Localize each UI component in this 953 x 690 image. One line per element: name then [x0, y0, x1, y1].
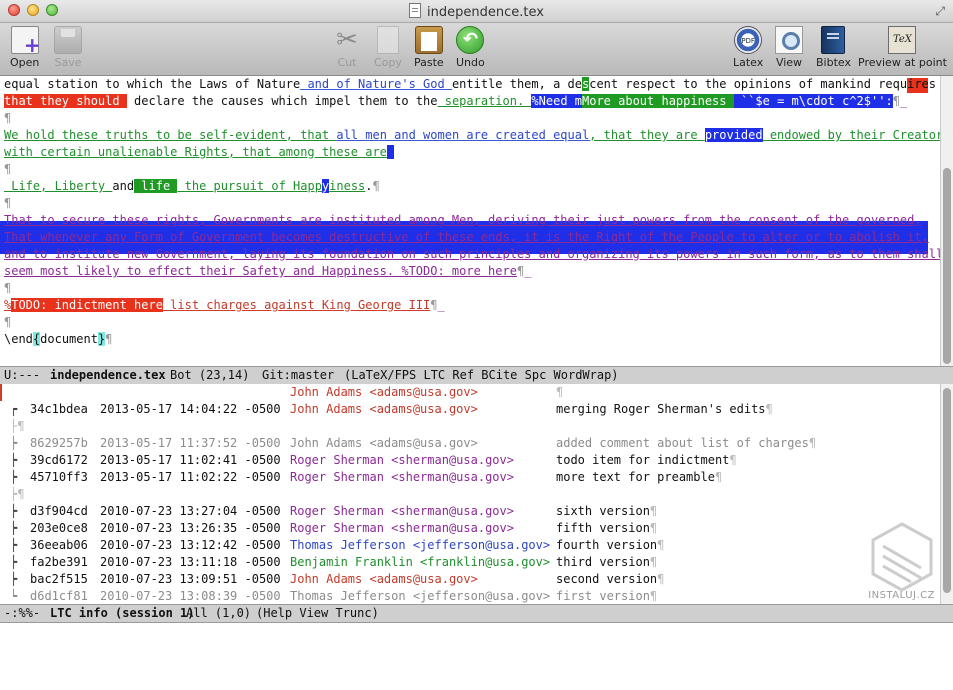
editor-line: Life, Liberty and life the pursuit of Ha…	[4, 179, 380, 193]
open-button[interactable]: Open	[10, 26, 41, 69]
editor-line: ¶	[4, 162, 12, 176]
major-minor-modes: (Help View Trunc)	[256, 606, 379, 620]
editor-pane[interactable]: equal station to which the Laws of Natur…	[0, 76, 940, 366]
editor-mode-line: U:--- independence.tex Bot (23,14) Git:m…	[0, 366, 953, 385]
log-mode-line: -:%%- LTC info (session 1) All (1,0) (He…	[0, 604, 953, 623]
fullscreen-icon[interactable]: ⤢	[935, 4, 945, 19]
buffer-status: -:%%-	[4, 606, 41, 620]
log-row[interactable]: ┝ bac2f515 2010-07-23 13:09:51 -0500 Joh…	[0, 571, 940, 588]
latex-button[interactable]: PDF Latex	[733, 26, 763, 69]
copy-button[interactable]: Copy	[374, 26, 402, 69]
cut-button[interactable]: ✂ Cut	[333, 26, 361, 69]
save-button[interactable]: Save	[54, 26, 82, 69]
tex-preview-icon: TeX	[888, 26, 917, 54]
save-label: Save	[54, 56, 82, 69]
editor-line: seem most likely to effect their Safety …	[4, 264, 532, 278]
editor-line: ¶	[4, 315, 12, 329]
open-file-icon	[10, 26, 41, 57]
editor-line: We hold these truths to be self-evident,…	[4, 128, 940, 142]
log-row[interactable]: ┝ 45710ff3 2013-05-17 11:02:22 -0500 Rog…	[0, 469, 940, 486]
editor-line: That whenever any Form of Government bec…	[4, 230, 929, 244]
paste-button[interactable]: Paste	[414, 26, 444, 69]
open-label: Open	[10, 56, 40, 69]
ltc-log-pane[interactable]: John Adams <adams@usa.gov> ¶ ┍ 34c1bdea …	[0, 384, 940, 604]
editor-line: ¶	[4, 196, 12, 210]
log-row[interactable]: John Adams <adams@usa.gov> ¶	[0, 384, 940, 401]
editor-line: That to secure these rights, Governments…	[4, 213, 922, 227]
window-title-text: independence.tex	[427, 5, 544, 20]
editor-scroll-thumb[interactable]	[943, 168, 951, 364]
editor-scrollbar[interactable]	[940, 76, 953, 366]
cut-label: Cut	[337, 56, 357, 69]
log-row[interactable]: ┕ d6d1cf81 2010-07-23 13:08:39 -0500 Tho…	[0, 588, 940, 604]
log-row[interactable]: ┝ 203e0ce8 2010-07-23 13:26:35 -0500 Rog…	[0, 520, 940, 537]
preview-label: Preview at point	[858, 56, 947, 69]
editor-line: \end{document}¶	[4, 332, 113, 346]
editor-line: and to institute new Government, laying …	[4, 247, 940, 261]
title-bar: independence.tex ⤢	[0, 0, 953, 23]
bibtex-button[interactable]: Bibtex	[816, 26, 851, 69]
editor-line: with certain unalienable Rights, that am…	[4, 144, 395, 161]
toolbar: Open Save ✂ Cut Copy Paste ↶ Undo PDF La…	[0, 23, 953, 76]
undo-button[interactable]: ↶ Undo	[456, 26, 485, 69]
clipboard-icon	[414, 26, 443, 54]
view-button[interactable]: View	[775, 26, 803, 69]
editor-line: equal station to which the Laws of Natur…	[4, 77, 936, 91]
log-row[interactable]: ┍ 34c1bdea 2013-05-17 14:04:22 -0500 Joh…	[0, 401, 940, 418]
magnifier-icon	[775, 26, 803, 54]
copy-icon	[376, 26, 399, 54]
watermark-text: INSTALUJ.CZ	[868, 590, 935, 601]
editor-line: ¶	[4, 281, 12, 295]
log-row[interactable]: ├¶	[0, 418, 940, 435]
buffer-status: U:---	[4, 368, 41, 382]
preview-at-point-button[interactable]: TeX Preview at point	[858, 26, 947, 69]
latex-pdf-icon: PDF	[734, 26, 763, 54]
log-scrollbar[interactable]	[940, 384, 953, 604]
floppy-disk-icon	[54, 26, 82, 54]
cursor-position: All (1,0)	[186, 606, 252, 620]
window-title: independence.tex	[0, 3, 953, 20]
paste-label: Paste	[414, 56, 444, 69]
log-row[interactable]: ┝ fa2be391 2010-07-23 13:11:18 -0500 Ben…	[0, 554, 940, 571]
log-row[interactable]: ┝ 8629257b 2013-05-17 11:37:52 -0500 Joh…	[0, 435, 940, 452]
editor-line: %TODO: indictment here list charges agai…	[4, 298, 445, 312]
buffer-name: LTC info (session 1)	[50, 606, 195, 620]
cursor-position: Bot (23,14)	[170, 368, 250, 382]
log-row[interactable]: ┝ d3f904cd 2010-07-23 13:27:04 -0500 Rog…	[0, 503, 940, 520]
latex-label: Latex	[733, 56, 764, 69]
buffer-name: independence.tex	[50, 368, 166, 382]
major-minor-modes: (LaTeX/FPS LTC Ref BCite Spc WordWrap)	[344, 368, 619, 382]
bibtex-label: Bibtex	[816, 56, 851, 69]
log-row[interactable]: ┝ 36eeab06 2010-07-23 13:12:42 -0500 Tho…	[0, 537, 940, 554]
editor-line: ¶	[4, 111, 12, 125]
book-icon	[821, 26, 846, 54]
editor-line: that they should declare the causes whic…	[4, 94, 908, 108]
undo-arrow-icon: ↶	[456, 26, 485, 54]
copy-label: Copy	[374, 56, 402, 69]
log-row[interactable]: ┝¶	[0, 486, 940, 503]
view-label: View	[775, 56, 803, 69]
undo-label: Undo	[456, 56, 485, 69]
document-icon	[409, 3, 422, 18]
log-scroll-thumb[interactable]	[943, 388, 951, 593]
scissors-icon: ✂	[336, 25, 358, 55]
git-branch: Git:master	[262, 368, 335, 382]
log-row[interactable]: ┝ 39cd6172 2013-05-17 11:02:41 -0500 Rog…	[0, 452, 940, 469]
